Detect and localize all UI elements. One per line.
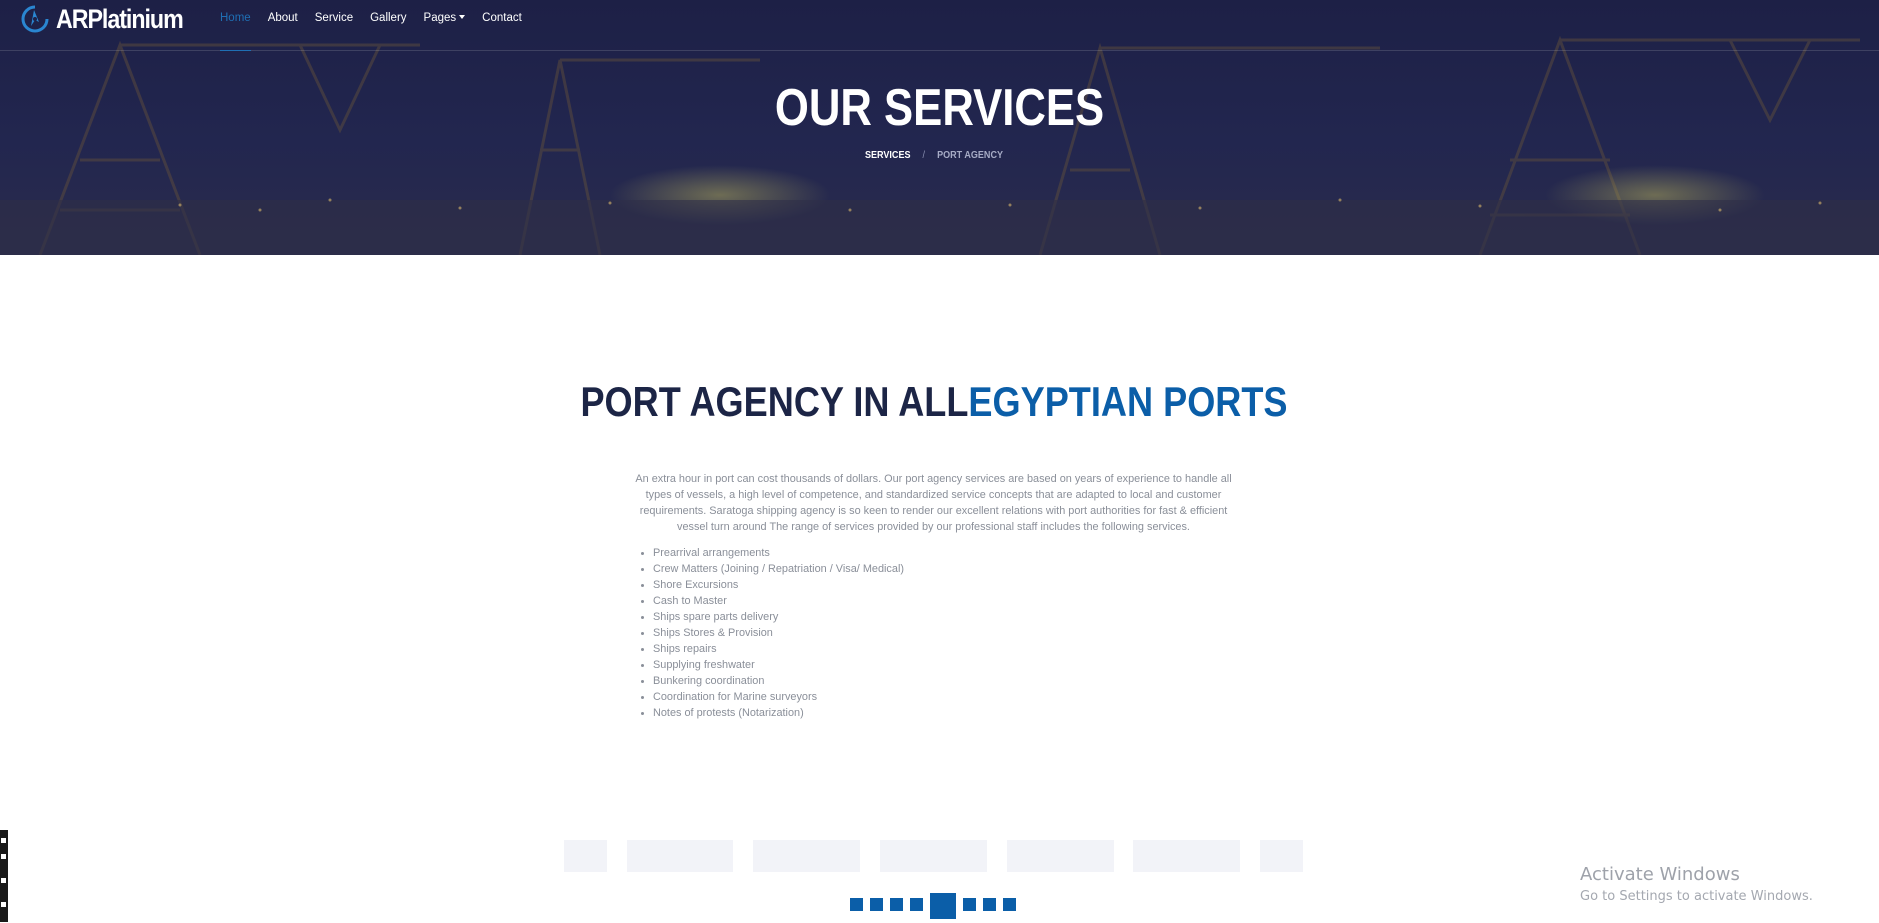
watermark-subtitle: Go to Settings to activate Windows. <box>1580 889 1813 904</box>
partner-logo-slot[interactable] <box>753 840 860 872</box>
nav-gallery-label: Gallery <box>370 12 407 24</box>
carousel-dot[interactable] <box>870 898 883 911</box>
partner-logo-slot[interactable] <box>1133 840 1240 872</box>
carousel-dot[interactable] <box>983 898 996 911</box>
side-tool-widget[interactable] <box>0 830 8 922</box>
top-navbar: ARPlatinium Home About Service Gallery P… <box>0 0 1879 51</box>
nav-service-label: Service <box>314 12 354 24</box>
nav-about[interactable]: About <box>268 0 298 51</box>
compass-logo-icon <box>21 5 49 33</box>
heading-dark-part: PORT AGENCY IN ALL <box>580 378 969 425</box>
heading-blue-part: EGYPTIAN PORTS <box>968 378 1288 425</box>
list-item: Shore Excursions <box>641 577 1145 593</box>
nav-gallery[interactable]: Gallery <box>370 0 406 51</box>
carousel-dot[interactable] <box>910 898 923 911</box>
breadcrumb: SERVICES / PORT AGENCY <box>131 149 1737 161</box>
list-item: Prearrival arrangements <box>641 545 1145 561</box>
partner-logo-slot[interactable] <box>627 840 733 872</box>
widget-icon <box>1 838 6 843</box>
widget-icon <box>1 854 6 859</box>
breadcrumb-current: PORT AGENCY <box>937 149 1004 161</box>
carousel-dot[interactable] <box>890 898 903 911</box>
nav-pages-dropdown[interactable]: Pages <box>424 0 466 51</box>
carousel-dot[interactable] <box>850 898 863 911</box>
services-list: Prearrival arrangements Crew Matters (Jo… <box>641 545 1145 721</box>
nav-home-label: Home <box>220 12 251 24</box>
nav-about-label: About <box>267 12 298 24</box>
brand-name: ARPlatinium <box>56 3 184 34</box>
nav-home[interactable]: Home <box>220 0 251 51</box>
carousel-dot[interactable] <box>1003 898 1016 911</box>
section-heading: PORT AGENCY IN ALLEGYPTIAN PORTS <box>131 378 1737 426</box>
widget-icon <box>1 878 6 883</box>
list-item: Ships repairs <box>641 641 1145 657</box>
nav-contact-label: Contact <box>482 12 522 24</box>
main-nav: Home About Service Gallery Pages Contact <box>220 0 539 51</box>
partner-logo-slot[interactable] <box>880 840 987 872</box>
partner-logo-slot[interactable] <box>1260 840 1303 872</box>
nav-service[interactable]: Service <box>315 0 353 51</box>
intro-paragraph: An extra hour in port can cost thousands… <box>635 473 1232 533</box>
brand-logo[interactable]: ARPlatinium <box>20 0 203 38</box>
list-item: Notes of protests (Notarization) <box>641 705 1145 721</box>
widget-icon <box>1 902 6 907</box>
list-item: Supplying freshwater <box>641 657 1145 673</box>
nav-contact[interactable]: Contact <box>482 0 522 51</box>
breadcrumb-separator: / <box>922 149 926 161</box>
list-item: Cash to Master <box>641 593 1145 609</box>
page-title: OUR SERVICES <box>774 79 1105 137</box>
chevron-down-icon <box>459 15 466 19</box>
partner-logo-slot[interactable] <box>1007 840 1114 872</box>
list-item: Coordination for Marine surveyors <box>641 689 1145 705</box>
list-item: Ships spare parts delivery <box>641 609 1145 625</box>
nav-pages-label: Pages <box>423 12 457 24</box>
list-item: Bunkering coordination <box>641 673 1145 689</box>
partner-logo-slot[interactable] <box>564 840 607 872</box>
windows-activation-watermark: Activate Windows Go to Settings to activ… <box>1580 864 1813 904</box>
page-hero: ARPlatinium Home About Service Gallery P… <box>0 0 1879 255</box>
carousel-dot[interactable] <box>963 898 976 911</box>
list-item: Crew Matters (Joining / Repatriation / V… <box>641 561 1145 577</box>
carousel-dot-active[interactable] <box>930 893 956 919</box>
watermark-title: Activate Windows <box>1580 864 1740 885</box>
list-item: Ships Stores & Provision <box>641 625 1145 641</box>
breadcrumb-services-link[interactable]: SERVICES <box>865 149 911 161</box>
